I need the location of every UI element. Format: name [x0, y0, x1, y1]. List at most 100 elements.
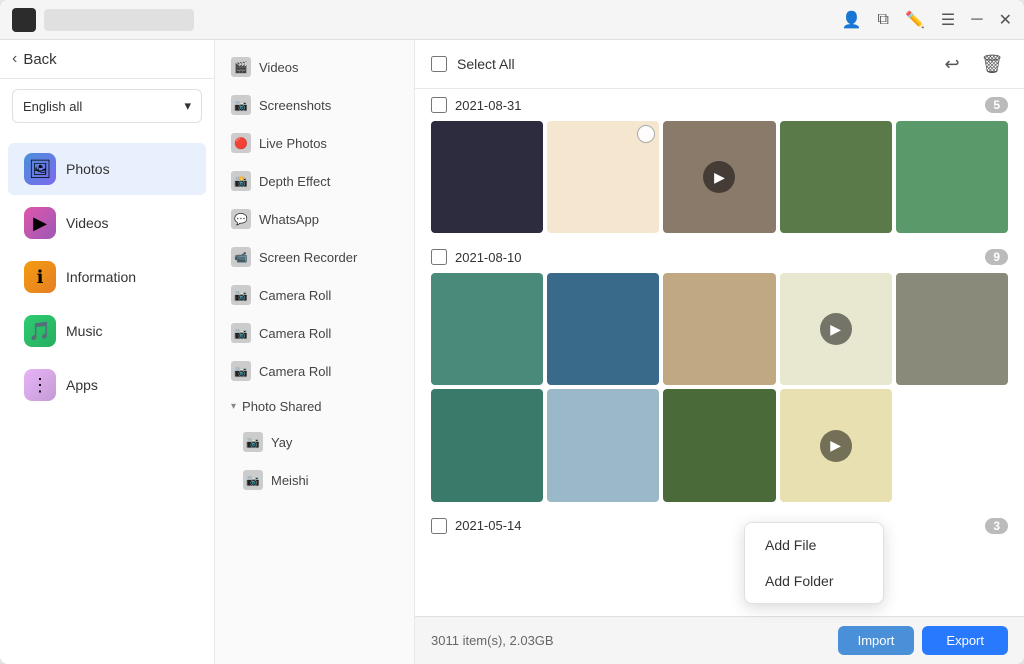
bottom-bar: 3011 item(s), 2.03GB Import Export	[415, 616, 1024, 664]
camera-roll-3-middle-icon: 📷	[231, 361, 251, 381]
camera-roll-1-middle-label: Camera Roll	[259, 288, 331, 303]
play-button-g2p4[interactable]: ▶	[820, 313, 852, 345]
middle-item-camera-roll-2[interactable]: 📷 Camera Roll	[215, 314, 414, 352]
middle-item-camera-roll-1[interactable]: 📷 Camera Roll	[215, 276, 414, 314]
apps-nav-label: Apps	[66, 377, 98, 393]
chevron-down-icon: ▾	[184, 98, 191, 114]
meishi-label: Meishi	[271, 473, 309, 488]
add-dropdown-menu: Add FileAdd Folder	[744, 522, 884, 604]
photo-cell-g2p4[interactable]: ▶	[780, 273, 892, 385]
window-button[interactable]: ⧉	[878, 11, 889, 29]
photo-cell-g2p1[interactable]	[431, 273, 543, 385]
apps-nav-icon: ⋮	[24, 369, 56, 401]
middle-item-videos[interactable]: 🎬 Videos	[215, 48, 414, 86]
live-photos-middle-icon: 🔴	[231, 133, 251, 153]
close-button[interactable]: ✕	[999, 10, 1012, 30]
date-checkbox-2[interactable]	[431, 518, 447, 534]
videos-middle-icon: 🎬	[231, 57, 251, 77]
select-all-label: Select All	[457, 56, 515, 72]
middle-item-live-photos[interactable]: 🔴 Live Photos	[215, 124, 414, 162]
undo-button[interactable]: ↩	[936, 48, 968, 80]
photo-cell-g2p3[interactable]	[663, 273, 775, 385]
photo-checkbox-g1p2[interactable]	[637, 125, 655, 143]
sidebar-item-apps[interactable]: ⋮ Apps	[8, 359, 206, 411]
videos-nav-icon: ▶	[24, 207, 56, 239]
music-nav-label: Music	[66, 323, 103, 339]
middle-item-depth-effect[interactable]: 📸 Depth Effect	[215, 162, 414, 200]
menu-button[interactable]: ☰	[941, 10, 955, 30]
sidebar-header: ‹ Back	[0, 40, 214, 79]
app-window: 👤 ⧉ ✏️ ☰ ─ ✕ ‹ Back English all ▾ 🖼	[0, 0, 1024, 664]
content-area: Select All ↩ 🗑 2021-08-31 5 ▶ 2021-08-10…	[415, 40, 1024, 664]
export-button[interactable]: Export	[922, 626, 1008, 655]
toolbar-left: Select All	[431, 56, 515, 72]
photo-cell-g2p5[interactable]	[896, 273, 1008, 385]
profile-button[interactable]: 👤	[842, 10, 862, 30]
photo-cell-g1p3[interactable]: ▶	[663, 121, 775, 233]
photos-nav-icon: 🖼	[24, 153, 56, 185]
photo-cell-g1p4[interactable]	[780, 121, 892, 233]
videos-nav-label: Videos	[66, 215, 109, 231]
photo-cell-g1p2[interactable]	[547, 121, 659, 233]
middle-item-screenshots[interactable]: 📷 Screenshots	[215, 86, 414, 124]
videos-middle-label: Videos	[259, 60, 299, 75]
sidebar: ‹ Back English all ▾ 🖼 Photos ▶ Videos ℹ…	[0, 40, 215, 664]
back-button[interactable]: ‹ Back	[12, 50, 202, 68]
dropdown-item-add-folder[interactable]: Add Folder	[745, 563, 883, 599]
photo-cell-g2p8[interactable]	[663, 389, 775, 501]
photos-nav-label: Photos	[66, 161, 110, 177]
date-header-0: 2021-08-31 5	[431, 97, 1008, 113]
date-header-1: 2021-08-10 9	[431, 249, 1008, 265]
photo-cell-g1p1[interactable]	[431, 121, 543, 233]
sidebar-item-music[interactable]: 🎵 Music	[8, 305, 206, 357]
date-label-2: 2021-05-14	[455, 518, 522, 533]
photo-cell-g2p2[interactable]	[547, 273, 659, 385]
music-nav-icon: 🎵	[24, 315, 56, 347]
sidebar-item-information[interactable]: ℹ Information	[8, 251, 206, 303]
delete-button[interactable]: 🗑	[976, 48, 1008, 80]
photo-content-scroll: 2021-08-31 5 ▶ 2021-08-10 9 ▶▶ 2021-05-1…	[415, 89, 1024, 616]
photo-cell-g2p6[interactable]	[431, 389, 543, 501]
play-button-g1p3[interactable]: ▶	[703, 161, 735, 193]
import-button[interactable]: Import	[838, 626, 915, 655]
photo-cell-g1p5[interactable]	[896, 121, 1008, 233]
play-button-g2p9[interactable]: ▶	[820, 430, 852, 462]
camera-roll-2-middle-icon: 📷	[231, 323, 251, 343]
titlebar-left	[12, 8, 194, 32]
edit-button[interactable]: ✏️	[905, 10, 925, 30]
middle-item-yay[interactable]: 📷 Yay	[215, 423, 414, 461]
minimize-button[interactable]: ─	[971, 11, 982, 29]
middle-item-camera-roll-3[interactable]: 📷 Camera Roll	[215, 352, 414, 390]
photo-grid-1: ▶▶	[431, 273, 1008, 501]
screenshots-middle-icon: 📷	[231, 95, 251, 115]
triangle-icon: ▾	[231, 401, 236, 412]
date-checkbox-0[interactable]	[431, 97, 447, 113]
device-select-label: English all	[23, 99, 82, 114]
photo-cell-g2p9[interactable]: ▶	[780, 389, 892, 501]
date-count-1: 9	[985, 249, 1008, 265]
bottom-actions: Import Export	[838, 626, 1008, 655]
whatsapp-middle-icon: 💬	[231, 209, 251, 229]
date-header-2: 2021-05-14 3	[431, 518, 1008, 534]
middle-item-whatsapp[interactable]: 💬 WhatsApp	[215, 200, 414, 238]
date-checkbox-1[interactable]	[431, 249, 447, 265]
device-select-dropdown[interactable]: English all ▾	[12, 89, 202, 123]
depth-effect-middle-icon: 📸	[231, 171, 251, 191]
dropdown-item-add-file[interactable]: Add File	[745, 527, 883, 563]
sidebar-item-videos[interactable]: ▶ Videos	[8, 197, 206, 249]
yay-icon: 📷	[243, 432, 263, 452]
sidebar-item-photos[interactable]: 🖼 Photos	[8, 143, 206, 195]
depth-effect-middle-label: Depth Effect	[259, 174, 330, 189]
middle-item-meishi[interactable]: 📷 Meishi	[215, 461, 414, 499]
app-icon	[12, 8, 36, 32]
middle-item-screen-recorder[interactable]: 📹 Screen Recorder	[215, 238, 414, 276]
back-label: Back	[23, 51, 56, 68]
date-count-2: 3	[985, 518, 1008, 534]
titlebar-controls: 👤 ⧉ ✏️ ☰ ─ ✕	[842, 10, 1012, 30]
photo-cell-g2p7[interactable]	[547, 389, 659, 501]
photo-shared-header[interactable]: ▾Photo Shared	[215, 390, 414, 423]
select-all-checkbox[interactable]	[431, 56, 447, 72]
titlebar-search-input[interactable]	[44, 9, 194, 31]
photo-group-2: 2021-05-14 3	[431, 518, 1008, 534]
screenshots-middle-label: Screenshots	[259, 98, 331, 113]
